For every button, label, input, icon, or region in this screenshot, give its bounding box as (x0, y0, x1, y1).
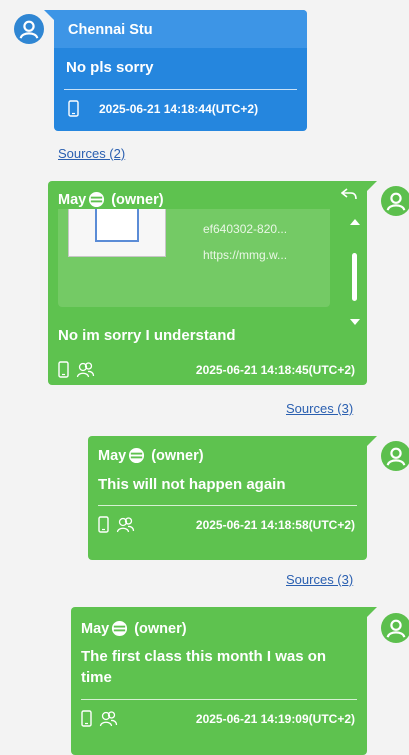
message-header: May (owner) (88, 436, 367, 468)
sender-avatar (381, 613, 409, 643)
attachment-name: ef640302-820... (203, 222, 288, 236)
message-text: No pls sorry (66, 59, 154, 76)
message-timestamp: 2025-06-21 14:18:45(UTC+2) (195, 362, 355, 377)
scroll-thumb[interactable] (352, 253, 357, 301)
attachment-scrollbar[interactable] (349, 217, 361, 327)
smiley-icon (89, 191, 105, 208)
bubble-tail (367, 607, 377, 617)
message-timestamp: 2025-06-21 14:19:09(UTC+2) (195, 711, 355, 726)
sender-avatar (381, 186, 409, 216)
message-sender: May (58, 191, 87, 208)
scroll-up-arrow[interactable] (350, 219, 360, 225)
sender-role: (owner) (134, 620, 187, 637)
smiley-icon (129, 447, 145, 464)
person-icon (386, 192, 406, 211)
sources-link[interactable]: Sources (3) (286, 572, 353, 587)
message-sender: May (98, 447, 127, 464)
message-bubble[interactable]: May (owner) ef640302-820... https://mmg.… (48, 181, 367, 385)
message-bubble[interactable]: May (owner) The first class this month I… (71, 607, 367, 755)
sources-link[interactable]: Sources (3) (286, 401, 353, 416)
sender-avatar (381, 441, 409, 471)
message-header: May (owner) (48, 181, 367, 212)
message-sender: May (81, 620, 110, 637)
message-bubble[interactable]: May (owner) This will not happen again 2… (88, 436, 367, 560)
bubble-tail (367, 181, 377, 191)
phone-icon (81, 710, 92, 727)
message-text: This will not happen again (98, 476, 286, 493)
reply-icon[interactable] (340, 187, 357, 205)
group-icon (99, 710, 118, 727)
message-text: The first class this month I was on time (81, 648, 327, 686)
bubble-tail (367, 436, 377, 446)
phone-icon (58, 361, 69, 378)
person-icon (386, 447, 406, 466)
person-icon (386, 619, 406, 638)
scroll-down-arrow[interactable] (350, 319, 360, 325)
sender-role: (owner) (151, 447, 204, 464)
bubble-tail (44, 10, 54, 20)
message-footer: 2025-06-21 14:18:45(UTC+2) (58, 361, 355, 378)
sender-role: (owner) (111, 191, 164, 208)
message-sender: Chennai Stu (54, 10, 307, 48)
message-timestamp: 2025-06-21 14:18:58(UTC+2) (195, 517, 355, 532)
group-icon (76, 361, 95, 378)
group-icon (116, 516, 135, 533)
message-footer: 2025-06-21 14:19:09(UTC+2) (71, 700, 367, 727)
attachment-thumbnail (68, 209, 166, 257)
message-header: May (owner) (71, 607, 367, 641)
attachment-preview[interactable]: ef640302-820... https://mmg.w... (58, 209, 330, 307)
sender-avatar (14, 14, 44, 44)
attachment-url[interactable]: https://mmg.w... (203, 248, 287, 262)
message-footer: 2025-06-21 14:18:58(UTC+2) (88, 506, 367, 533)
phone-icon (68, 100, 79, 117)
smiley-icon (112, 620, 128, 637)
sources-link[interactable]: Sources (2) (58, 146, 125, 161)
message-footer: 2025-06-21 14:18:44(UTC+2) (54, 90, 307, 117)
message-text: No im sorry I understand (58, 327, 236, 344)
phone-icon (98, 516, 109, 533)
person-icon (19, 20, 39, 39)
message-timestamp: 2025-06-21 14:18:44(UTC+2) (99, 101, 259, 116)
message-bubble[interactable]: Chennai Stu No pls sorry 2025-06-21 14:1… (54, 10, 307, 131)
